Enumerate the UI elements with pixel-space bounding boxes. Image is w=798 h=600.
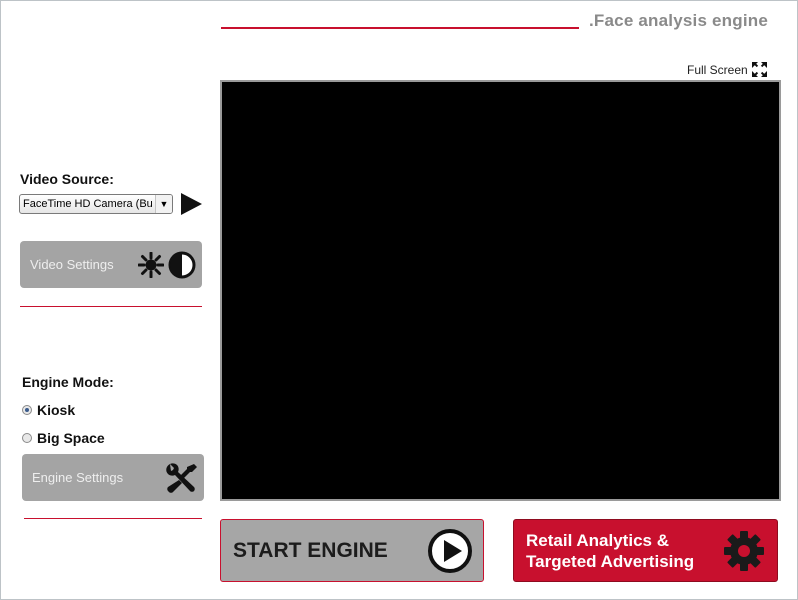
radio-big-space-label: Big Space — [37, 430, 105, 446]
radio-kiosk-label: Kiosk — [37, 402, 76, 418]
video-settings-button[interactable]: Video Settings — [20, 241, 202, 288]
start-engine-button[interactable]: START ENGINE — [220, 519, 484, 582]
chevron-down-icon: ▼ — [155, 195, 172, 213]
fullscreen-label: Full Screen — [687, 62, 748, 77]
radio-kiosk[interactable]: Kiosk — [22, 402, 75, 418]
wrench-screwdriver-icon — [166, 462, 197, 493]
video-settings-label: Video Settings — [30, 257, 114, 272]
radio-button-checked[interactable] — [22, 405, 32, 415]
video-settings-icons — [138, 251, 196, 279]
retail-analytics-button[interactable]: Retail Analytics & Targeted Advertising — [513, 519, 778, 582]
video-preview[interactable] — [220, 80, 781, 501]
radio-big-space[interactable]: Big Space — [22, 430, 105, 446]
radio-button[interactable] — [22, 433, 32, 443]
video-source-select[interactable]: FaceTime HD Camera (Bu ▼ — [19, 194, 173, 214]
retail-analytics-line1: Retail Analytics & — [526, 530, 669, 550]
section-divider — [20, 306, 202, 307]
contrast-icon — [168, 251, 196, 278]
brightness-icon — [138, 251, 164, 278]
gear-icon — [724, 530, 764, 571]
play-icon[interactable] — [181, 193, 202, 215]
start-engine-label: START ENGINE — [233, 538, 388, 562]
play-circle-icon — [428, 528, 472, 573]
title-divider-line — [221, 27, 579, 29]
retail-analytics-label: Retail Analytics & Targeted Advertising — [526, 530, 694, 572]
section-divider — [24, 518, 202, 519]
video-source-value: FaceTime HD Camera (Bu — [23, 198, 153, 210]
fullscreen-icon — [751, 62, 767, 77]
engine-settings-label: Engine Settings — [32, 470, 124, 485]
engine-mode-label: Engine Mode: — [22, 374, 114, 390]
engine-settings-button[interactable]: Engine Settings — [22, 454, 204, 501]
retail-analytics-line2: Targeted Advertising — [526, 551, 695, 571]
fullscreen-button[interactable]: Full Screen — [687, 62, 767, 77]
video-source-label: Video Source: — [20, 171, 114, 187]
app-title: .Face analysis engine — [589, 11, 769, 30]
